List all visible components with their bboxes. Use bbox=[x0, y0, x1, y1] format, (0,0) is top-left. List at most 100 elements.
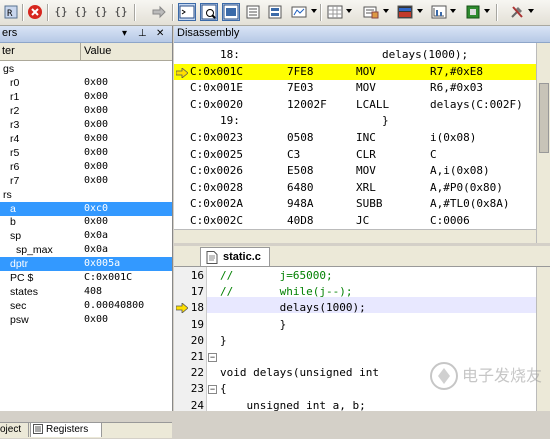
code-line[interactable]: unsigned int a, b; bbox=[220, 398, 365, 414]
disassembly-vertical-scrollbar[interactable] bbox=[536, 43, 550, 243]
memory-window-icon[interactable] bbox=[326, 3, 344, 21]
serial-dropdown-arrow-icon[interactable] bbox=[383, 9, 389, 13]
register-value[interactable]: 0x00 bbox=[84, 174, 108, 188]
panel-menu-arrow-icon[interactable]: ▾ bbox=[122, 29, 127, 39]
watch-window-icon[interactable] bbox=[290, 3, 308, 21]
register-row[interactable]: r7 0x00 bbox=[0, 174, 172, 188]
symbols-window-icon[interactable] bbox=[222, 3, 240, 21]
register-value[interactable]: 0x00 bbox=[84, 118, 108, 132]
register-row[interactable]: sp_max 0x0a bbox=[0, 243, 172, 257]
instruction-row[interactable]: C:0x001C 7FE8 MOV R7,#0xE8 bbox=[174, 63, 536, 80]
register-value[interactable]: 0x00 bbox=[84, 132, 108, 146]
register-value[interactable]: 0x0a bbox=[84, 229, 108, 243]
code-line[interactable]: void delays(unsigned int bbox=[220, 365, 379, 381]
register-row[interactable]: sp 0x0a bbox=[0, 229, 172, 243]
show-next-statement-icon[interactable] bbox=[150, 3, 168, 21]
register-value[interactable]: 0x00 bbox=[84, 160, 108, 174]
trace-window-icon[interactable] bbox=[430, 3, 448, 21]
line-number: 20 bbox=[190, 333, 204, 347]
register-value[interactable]: 408 bbox=[84, 285, 102, 299]
register-value[interactable]: 0xc0 bbox=[84, 202, 108, 216]
register-row[interactable]: gs bbox=[0, 62, 172, 76]
instruction-row[interactable]: C:0x001E 7E03 MOV R6,#0x03 bbox=[174, 80, 536, 96]
instruction-row[interactable]: C:0x002C 40D8 JC C:0006 bbox=[174, 213, 536, 229]
toolbox-icon[interactable] bbox=[508, 3, 526, 21]
memory-dropdown-arrow-icon[interactable] bbox=[346, 9, 352, 13]
left-panel-tabs: oject Registers bbox=[0, 422, 172, 438]
register-row[interactable]: r5 0x00 bbox=[0, 146, 172, 160]
system-viewer-icon[interactable] bbox=[464, 3, 482, 21]
register-value[interactable]: 0x00 bbox=[84, 313, 108, 327]
instruction-address: C:0x0028 bbox=[190, 180, 243, 194]
disassembly-horizontal-scrollbar[interactable] bbox=[174, 229, 536, 244]
register-value[interactable]: 0.00040800 bbox=[84, 299, 144, 313]
register-value[interactable]: 0x00 bbox=[84, 76, 108, 90]
register-row[interactable]: PC $ C:0x001C bbox=[0, 271, 172, 285]
register-row[interactable]: states 408 bbox=[0, 285, 172, 299]
disassembly-scroll-thumb[interactable] bbox=[539, 83, 549, 153]
register-row[interactable]: r2 0x00 bbox=[0, 104, 172, 118]
register-row[interactable]: r4 0x00 bbox=[0, 132, 172, 146]
toolbar-grip-icon[interactable]: R bbox=[2, 3, 20, 21]
tab-static-c[interactable]: static.c bbox=[200, 247, 270, 266]
watch-dropdown-arrow-icon[interactable] bbox=[311, 9, 317, 13]
instruction-row[interactable]: C:0x0028 6480 XRL A,#P0(0x80) bbox=[174, 180, 536, 196]
serial-window-icon[interactable] bbox=[362, 3, 380, 21]
code-line[interactable]: delays(1000); bbox=[220, 300, 366, 316]
instruction-row[interactable]: C:0x0025 C3 CLR C bbox=[174, 147, 536, 163]
instruction-row[interactable]: C:0x002A 948A SUBB A,#TL0(0x8A) bbox=[174, 196, 536, 212]
register-row[interactable]: b 0x00 bbox=[0, 215, 172, 229]
analysis-window-icon[interactable] bbox=[396, 3, 414, 21]
stop-icon[interactable] bbox=[26, 3, 44, 21]
panel-close-icon[interactable]: ✕ bbox=[156, 29, 164, 39]
instruction-row[interactable]: C:0x0023 0508 INC i(0x08) bbox=[174, 130, 536, 146]
register-value[interactable]: 0x00 bbox=[84, 215, 108, 229]
line-number: 22 bbox=[190, 366, 204, 380]
command-window-icon[interactable] bbox=[178, 3, 196, 21]
code-line[interactable]: } bbox=[220, 317, 287, 333]
step-over-icon[interactable]: {} bbox=[72, 3, 90, 21]
register-row[interactable]: dptr 0x005a bbox=[0, 257, 172, 272]
line-number-gutter[interactable]: 16 17 18 19 20 21 22 23 24 bbox=[174, 267, 207, 412]
value-column-header[interactable]: Value bbox=[84, 45, 111, 57]
register-row[interactable]: r0 0x00 bbox=[0, 76, 172, 90]
disassembly-window: Disassembly 18: delays(1000); C:0x001C 7FE8… bbox=[174, 26, 550, 244]
step-into-icon[interactable]: {} bbox=[52, 3, 70, 21]
trace-dropdown-arrow-icon[interactable] bbox=[450, 9, 456, 13]
source-line-row[interactable]: 19:} bbox=[174, 113, 536, 129]
register-row[interactable]: rs bbox=[0, 188, 172, 202]
analysis-dropdown-arrow-icon[interactable] bbox=[417, 9, 423, 13]
register-row[interactable]: r1 0x00 bbox=[0, 90, 172, 104]
register-value[interactable]: 0x0a bbox=[84, 243, 108, 257]
panel-pin-icon[interactable]: ⊥ bbox=[138, 29, 147, 39]
step-out-icon[interactable]: {} bbox=[92, 3, 110, 21]
fold-marker-icon[interactable]: − bbox=[208, 353, 217, 362]
register-row[interactable]: sec 0.00040800 bbox=[0, 299, 172, 313]
register-column-header[interactable]: ter bbox=[0, 43, 81, 60]
register-value[interactable]: 0x00 bbox=[84, 146, 108, 160]
code-line[interactable]: // j=65000; bbox=[220, 268, 333, 284]
registers-window-icon[interactable] bbox=[244, 3, 262, 21]
fold-marker-icon[interactable]: − bbox=[208, 385, 217, 395]
toolbox-dropdown-arrow-icon[interactable] bbox=[528, 9, 534, 13]
code-line[interactable]: } bbox=[220, 333, 227, 349]
register-row[interactable]: psw 0x00 bbox=[0, 313, 172, 327]
tab-project[interactable]: oject bbox=[0, 423, 29, 437]
register-value[interactable]: 0x005a bbox=[84, 257, 120, 271]
register-row[interactable]: r3 0x00 bbox=[0, 118, 172, 132]
run-to-cursor-icon[interactable]: {} bbox=[112, 3, 130, 21]
system-viewer-dropdown-arrow-icon[interactable] bbox=[484, 9, 490, 13]
register-value[interactable]: 0x00 bbox=[84, 90, 108, 104]
register-value[interactable]: C:0x001C bbox=[84, 271, 132, 285]
instruction-row[interactable]: C:0x0020 12002F LCALL delays(C:002F) bbox=[174, 97, 536, 113]
source-line-row[interactable]: 18: delays(1000); bbox=[174, 47, 536, 63]
register-row[interactable]: a 0xc0 bbox=[0, 201, 172, 216]
code-line[interactable]: // while(j--); bbox=[220, 284, 352, 300]
register-value[interactable]: 0x00 bbox=[84, 104, 108, 118]
code-line[interactable]: { bbox=[220, 381, 227, 397]
instruction-row[interactable]: C:0x0026 E508 MOV A,i(0x08) bbox=[174, 163, 536, 179]
disassembly-window-icon[interactable] bbox=[200, 3, 218, 21]
call-stack-icon[interactable] bbox=[266, 3, 284, 21]
register-row[interactable]: r6 0x00 bbox=[0, 160, 172, 174]
tab-registers[interactable]: Registers bbox=[30, 423, 102, 437]
